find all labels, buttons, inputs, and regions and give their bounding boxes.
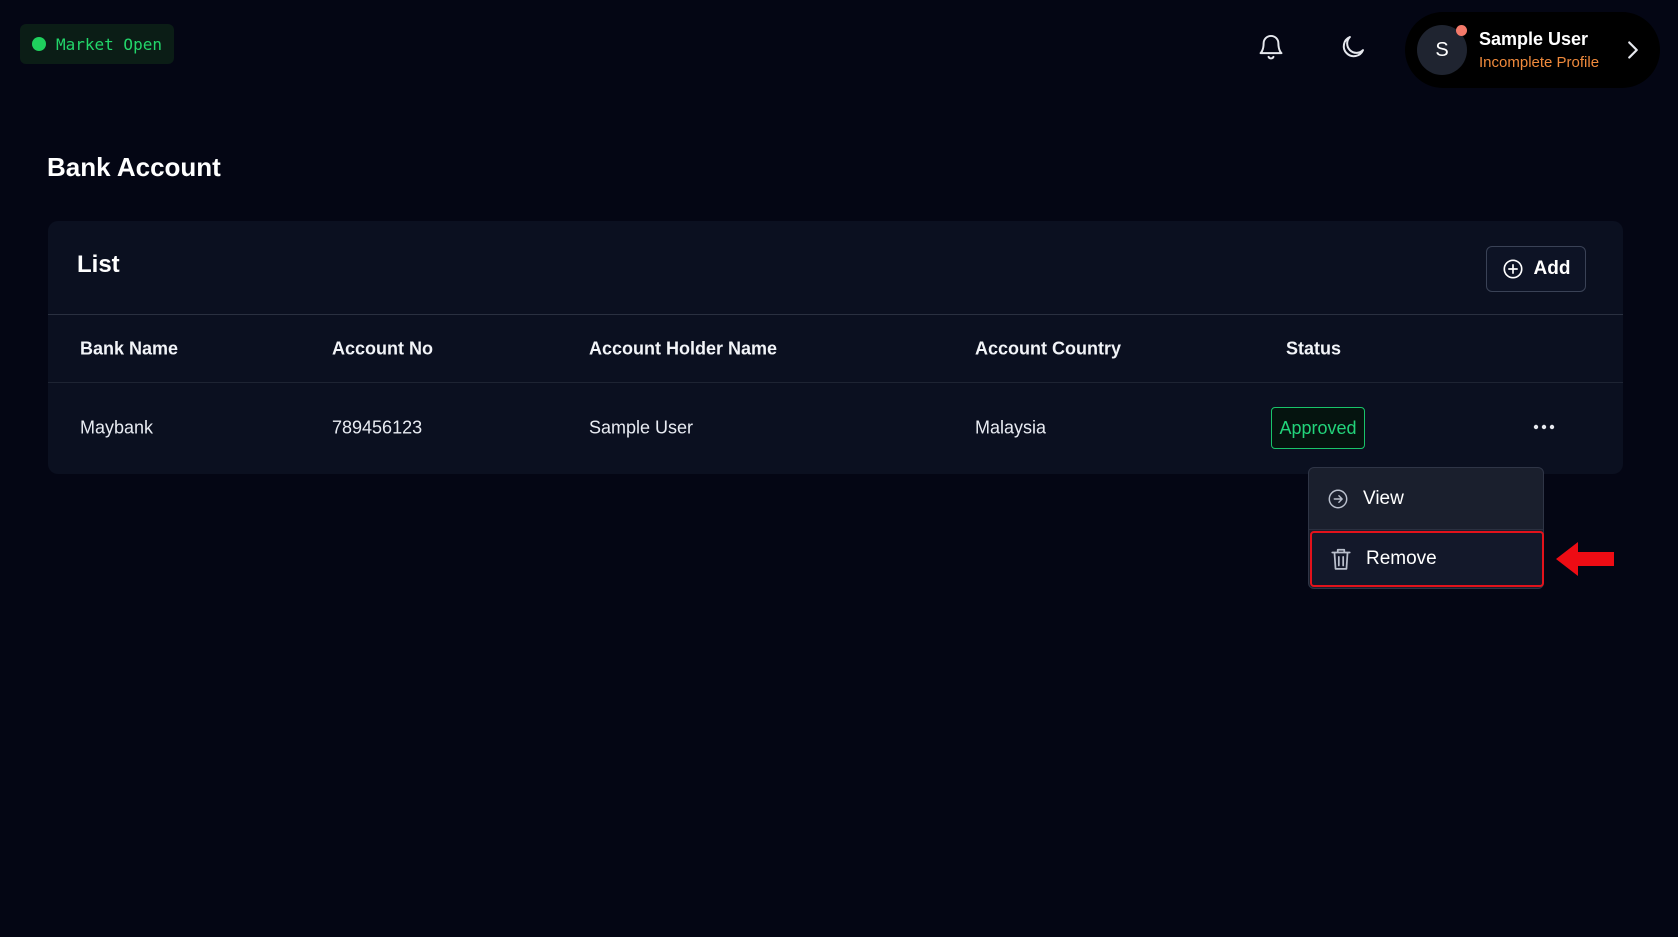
user-name: Sample User	[1479, 29, 1589, 49]
column-header: Status	[1286, 338, 1342, 358]
menu-item-view[interactable]: View	[1309, 468, 1543, 530]
table-header: Bank Name Account No Account Holder Name…	[48, 315, 1623, 383]
country-cell: Malaysia	[975, 417, 1047, 438]
page: Market Open S Sample User Incomplete Pro…	[0, 0, 1678, 937]
card-header: List Add	[48, 221, 1623, 315]
moon-icon	[1342, 36, 1364, 58]
menu-item-remove[interactable]: Remove	[1310, 531, 1544, 587]
add-button[interactable]: Add	[1486, 246, 1586, 292]
chevron-right-icon	[1628, 41, 1638, 59]
avatar-initial: S	[1435, 38, 1449, 61]
bank-name-cell: Maybank	[80, 417, 154, 438]
column-header: Account No	[332, 338, 433, 358]
user-info: Sample User Incomplete Profile	[1479, 29, 1599, 71]
arrow-right-circle-icon	[1328, 489, 1348, 508]
column-header: Account Holder Name	[589, 338, 778, 358]
column-header: Bank Name	[80, 338, 179, 358]
more-horizontal-icon	[1533, 424, 1555, 430]
menu-item-label: View	[1363, 487, 1404, 509]
menu-item-label: Remove	[1366, 548, 1437, 569]
market-status-text: Market Open	[56, 34, 162, 54]
holder-name-cell: Sample User	[589, 417, 694, 438]
trash-icon	[1331, 548, 1351, 570]
user-profile-menu[interactable]: S Sample User Incomplete Profile	[1405, 12, 1660, 88]
notification-dot-icon	[1456, 25, 1467, 36]
column-header: Account Country	[975, 338, 1121, 358]
card-title: List	[77, 251, 120, 278]
status-badge: Approved	[1271, 407, 1365, 449]
profile-status: Incomplete Profile	[1479, 54, 1600, 71]
theme-toggle-button[interactable]	[1336, 30, 1370, 64]
status-dot-icon	[32, 37, 46, 51]
red-arrow-icon	[1556, 542, 1614, 576]
page-title: Bank Account	[47, 152, 221, 182]
row-actions-button[interactable]	[1531, 414, 1557, 440]
notifications-button[interactable]	[1254, 30, 1288, 64]
table-row: Maybank 789456123 Sample User Malaysia A…	[48, 383, 1623, 473]
add-button-label: Add	[1533, 258, 1571, 279]
account-no-cell: 789456123	[332, 417, 423, 438]
bell-icon	[1259, 35, 1283, 60]
market-status-badge: Market Open	[20, 24, 174, 64]
avatar: S	[1417, 25, 1467, 75]
bank-account-card: List Add Bank Name Account No Account Ho…	[48, 221, 1623, 474]
row-actions-menu: View Remove	[1308, 467, 1544, 589]
plus-circle-icon	[1502, 259, 1523, 279]
